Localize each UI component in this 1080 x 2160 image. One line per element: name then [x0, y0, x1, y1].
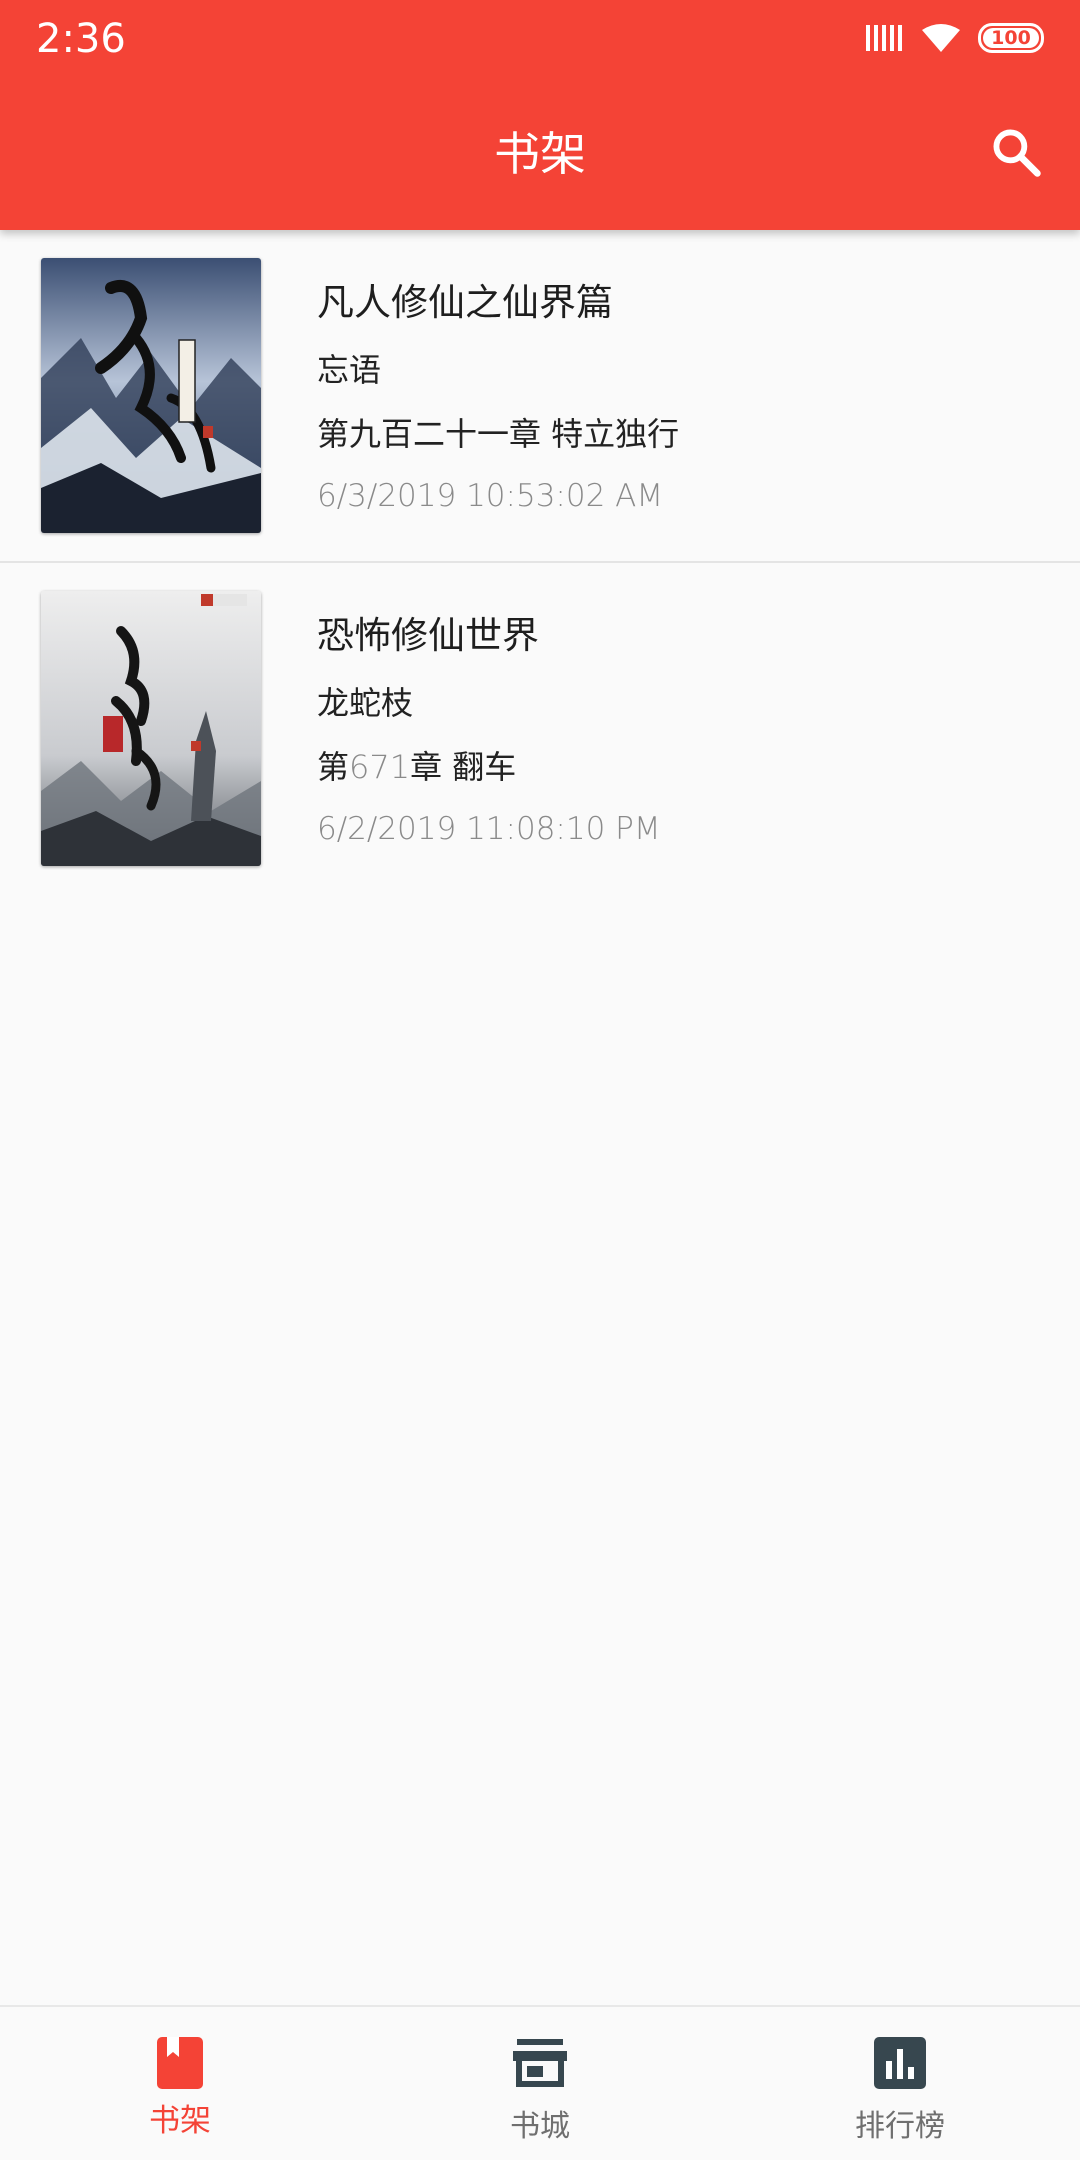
nav-item-store[interactable]: 书城 — [360, 2007, 720, 2160]
ranking-chart-icon — [872, 2035, 928, 2091]
nav-item-ranking[interactable]: 排行榜 — [720, 2007, 1080, 2160]
wifi-icon — [922, 24, 960, 52]
book-title: 凡人修仙之仙界篇 — [317, 281, 613, 324]
status-icons: 100 — [864, 18, 1044, 58]
book-last-chapter: 第九百二十一章 特立独行 — [317, 415, 680, 453]
signal-icon — [866, 25, 902, 51]
book-author: 龙蛇枝 — [317, 684, 414, 722]
book-list: 凡人修仙之仙界篇 忘语 第九百二十一章 特立独行 6/3/2019 10:53:… — [0, 230, 1080, 896]
chapter-suffix: 章 翻车 — [410, 748, 517, 786]
book-item[interactable]: 凡人修仙之仙界篇 忘语 第九百二十一章 特立独行 6/3/2019 10:53:… — [0, 230, 1080, 563]
nav-label-bookshelf: 书架 — [149, 2103, 211, 2139]
nav-item-bookshelf[interactable]: 书架 — [0, 2007, 360, 2160]
book-author: 忘语 — [317, 351, 382, 389]
book-item[interactable]: 恐怖修仙世界 龙蛇枝 第671章 翻车 6/2/2019 11:08:10 PM — [0, 563, 1080, 896]
status-time: 2:36 — [36, 16, 126, 62]
nav-label-ranking: 排行榜 — [855, 2109, 945, 2144]
chapter-number: 671 — [349, 748, 411, 786]
book-cover-image — [41, 258, 261, 533]
battery-level: 100 — [983, 28, 1039, 48]
bookshelf-screen: 2:36 100 书架 凡人修仙之仙界篇 忘语 第九百二十一章 特立独行 6/3… — [0, 0, 1080, 2160]
book-cover[interactable] — [41, 258, 261, 533]
nav-label-store: 书城 — [510, 2109, 570, 2144]
search-button[interactable] — [988, 124, 1044, 180]
book-title: 恐怖修仙世界 — [317, 614, 539, 657]
book-cover-image — [41, 591, 261, 866]
book-last-chapter: 第671章 翻车 — [317, 745, 516, 789]
book-cover[interactable] — [41, 591, 261, 866]
battery-icon: 100 — [978, 23, 1044, 53]
store-icon — [512, 2035, 568, 2091]
bookshelf-icon — [152, 2035, 208, 2091]
bottom-navigation: 书架 书城 排行榜 — [0, 2005, 1080, 2160]
page-title: 书架 — [494, 127, 586, 181]
chapter-prefix: 第 — [317, 748, 350, 786]
book-updated-time: 6/3/2019 10:53:02 AM — [317, 478, 664, 514]
search-icon — [993, 129, 1041, 177]
book-updated-time: 6/2/2019 11:08:10 PM — [317, 811, 661, 847]
app-header: 2:36 100 书架 — [0, 0, 1080, 230]
